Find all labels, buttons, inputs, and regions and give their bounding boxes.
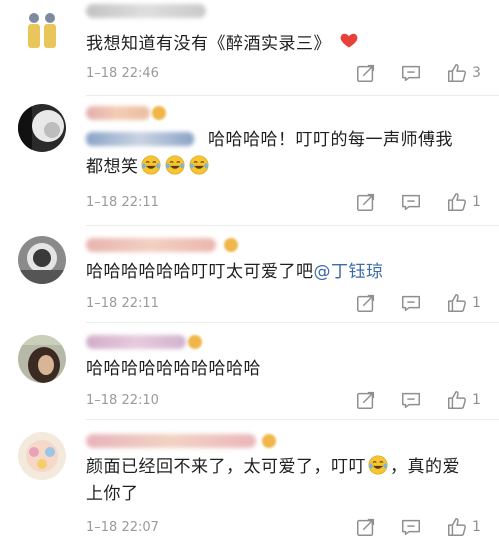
comment-text-line1: 哈哈哈哈！叮叮的每一声师傅我	[208, 130, 453, 150]
thumbs-up-icon	[448, 193, 466, 211]
comment-icon	[402, 392, 420, 409]
share-icon	[357, 64, 375, 82]
like-button[interactable]: 1	[446, 191, 481, 213]
like-button[interactable]: 1	[446, 389, 481, 411]
comment-text-line2: 上你了	[86, 484, 139, 504]
laughing-crying-emoji	[368, 455, 388, 475]
thumbs-up-icon	[448, 518, 466, 536]
avatar[interactable]	[18, 335, 66, 383]
vip-badge	[224, 238, 238, 252]
comment-text: 颜面已经回不来了，太可爱了，叮叮 ，真的爱 上你了	[86, 454, 486, 508]
timestamp: 1–18 22:11	[86, 195, 159, 210]
mention-link[interactable]: @丁钰琼	[314, 262, 384, 282]
share-button[interactable]	[355, 191, 377, 213]
like-count: 1	[472, 194, 481, 210]
laughing-crying-emoji	[189, 155, 209, 175]
thumbs-up-icon	[448, 64, 466, 82]
divider	[86, 225, 499, 226]
username-blurred[interactable]	[86, 238, 216, 252]
username-blurred[interactable]	[86, 4, 206, 18]
like-button[interactable]: 1	[446, 292, 481, 314]
reply-button[interactable]	[400, 191, 422, 213]
laughing-crying-emoji	[141, 155, 161, 175]
like-button[interactable]: 1	[446, 516, 481, 536]
share-button[interactable]	[355, 292, 377, 314]
divider	[86, 95, 499, 96]
avatar[interactable]	[18, 104, 66, 152]
comment-text-line1: 颜面已经回不来了，太可爱了，叮叮	[86, 457, 366, 477]
thumbs-up-icon	[448, 294, 466, 312]
like-count: 3	[472, 65, 481, 81]
comment-feed: 我想知道有没有《醉酒实录三》 1–18 22:46 3 哈哈哈哈！叮叮的每一声师…	[0, 0, 499, 536]
comment-text-content: 我想知道有没有《醉酒实录三》	[86, 34, 331, 54]
vip-badge	[262, 434, 276, 448]
comment-text-content: 哈哈哈哈哈哈叮叮太可爱了吧	[86, 262, 314, 282]
avatar[interactable]	[18, 6, 66, 54]
like-count: 1	[472, 295, 481, 311]
reply-button[interactable]	[400, 292, 422, 314]
comment-text-line1-end: ，真的爱	[390, 457, 460, 477]
like-button[interactable]: 3	[446, 62, 481, 84]
like-count: 1	[472, 392, 481, 408]
comment-text: 哈哈哈哈哈哈叮叮太可爱了吧@丁钰琼	[86, 259, 486, 286]
comment-text: 哈哈哈哈！叮叮的每一声师傅我 都想笑	[86, 127, 486, 181]
timestamp: 1–18 22:10	[86, 393, 159, 408]
heart-icon	[339, 30, 361, 52]
laughing-crying-emoji	[165, 155, 185, 175]
username-blurred[interactable]	[86, 106, 150, 120]
reply-button[interactable]	[400, 62, 422, 84]
username-blurred[interactable]	[86, 335, 186, 349]
comment-text: 哈哈哈哈哈哈哈哈哈哈	[86, 356, 486, 383]
share-button[interactable]	[355, 62, 377, 84]
comment-text: 我想知道有没有《醉酒实录三》	[86, 30, 486, 58]
like-count: 1	[472, 519, 481, 535]
timestamp: 1–18 22:46	[86, 66, 159, 81]
divider	[86, 322, 499, 323]
username-blurred[interactable]	[86, 434, 256, 448]
vip-badge	[188, 335, 202, 349]
comment-text-content: 哈哈哈哈哈哈哈哈哈哈	[86, 359, 261, 379]
comment-icon	[402, 65, 420, 82]
reply-reference-blurred	[86, 132, 194, 146]
comment-icon	[402, 519, 420, 536]
share-icon	[357, 294, 375, 312]
comment-text-line2: 都想笑	[86, 157, 139, 177]
comment-icon	[402, 295, 420, 312]
reply-button[interactable]	[400, 389, 422, 411]
share-icon	[357, 193, 375, 211]
thumbs-up-icon	[448, 391, 466, 409]
share-button[interactable]	[355, 516, 377, 536]
divider	[86, 419, 499, 420]
vip-badge	[152, 106, 166, 120]
timestamp: 1–18 22:11	[86, 296, 159, 311]
share-icon	[357, 391, 375, 409]
avatar[interactable]	[18, 432, 66, 480]
comment-icon	[402, 194, 420, 211]
avatar[interactable]	[18, 236, 66, 284]
share-icon	[357, 518, 375, 536]
share-button[interactable]	[355, 389, 377, 411]
timestamp: 1–18 22:07	[86, 520, 159, 535]
reply-button[interactable]	[400, 516, 422, 536]
